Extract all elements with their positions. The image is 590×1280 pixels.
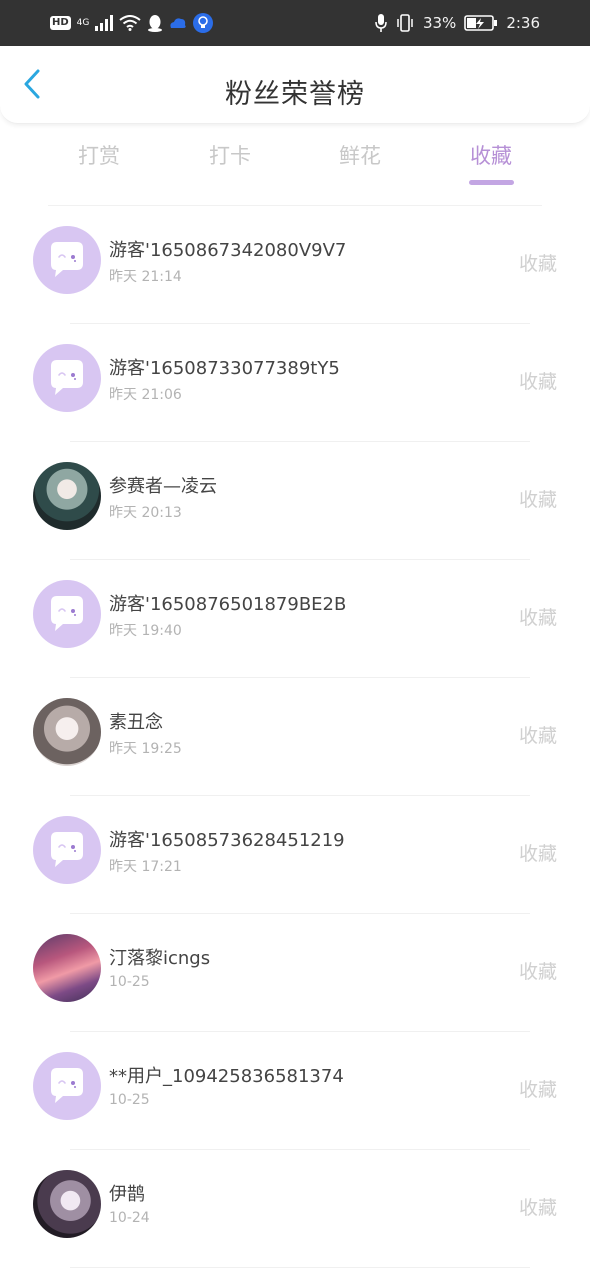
- header: 粉丝荣誉榜: [0, 46, 590, 124]
- action-label: 收藏: [518, 961, 557, 983]
- battery-charging-icon: [464, 15, 498, 31]
- default-chat-avatar: [33, 344, 101, 412]
- default-chat-avatar: [33, 226, 101, 294]
- anime-avatar: [33, 698, 101, 766]
- row-divider: [70, 1267, 530, 1268]
- favorite-time: 10-25: [109, 1092, 150, 1108]
- anime-avatar: [33, 1170, 101, 1238]
- favorite-time: 昨天 20:13: [109, 505, 182, 521]
- favorite-time: 昨天 21:14: [109, 269, 182, 285]
- user-name: 游客'16508573628451219: [109, 830, 345, 851]
- list-item[interactable]: 伊鹊 10-24 收藏: [0, 1150, 590, 1268]
- action-label: 收藏: [518, 253, 557, 275]
- list-item[interactable]: 汀落黎icngs 10-25 收藏: [0, 914, 590, 1032]
- favorite-time: 昨天 17:21: [109, 859, 182, 875]
- favorite-time: 昨天 19:40: [109, 623, 182, 639]
- status-left: HD 4G: [50, 10, 214, 36]
- user-name: 参赛者—凌云: [109, 476, 217, 497]
- action-label: 收藏: [518, 725, 557, 747]
- default-chat-avatar: [33, 816, 101, 884]
- chat-bubble-icon: [51, 832, 83, 867]
- action-label: 收藏: [518, 371, 557, 393]
- status-right: 33% 2:36: [375, 10, 540, 36]
- microphone-icon: [375, 14, 387, 32]
- signal-icon: [95, 15, 114, 31]
- qq-icon: [148, 15, 163, 32]
- list-item[interactable]: 游客'1650867342080V9V7 昨天 21:14 收藏: [0, 206, 590, 324]
- favorite-time: 昨天 19:25: [109, 741, 182, 757]
- tab-checkin[interactable]: 打卡: [180, 140, 280, 170]
- chat-bubble-icon: [51, 596, 83, 631]
- favorite-time: 昨天 21:06: [109, 387, 182, 403]
- chat-bubble-icon: [51, 1068, 83, 1103]
- anime-avatar: [33, 462, 101, 530]
- user-name: 素丑念: [109, 712, 163, 733]
- action-label: 收藏: [518, 489, 557, 511]
- hd-icon: HD: [50, 16, 71, 30]
- fan-list: 游客'1650867342080V9V7 昨天 21:14 收藏 游客'1650…: [0, 206, 590, 1268]
- favorite-time: 10-25: [109, 974, 150, 990]
- status-bar: HD 4G 33% 2:36: [0, 0, 590, 46]
- wifi-icon: [119, 15, 141, 31]
- network-type: 4G: [76, 17, 90, 28]
- action-label: 收藏: [518, 607, 557, 629]
- tab-reward[interactable]: 打赏: [49, 140, 149, 170]
- clock: 2:36: [506, 14, 540, 32]
- chat-bubble-icon: [51, 242, 83, 277]
- user-name: 游客'1650876501879BE2B: [109, 594, 347, 615]
- user-name: 伊鹊: [109, 1184, 145, 1205]
- user-name: 汀落黎icngs: [109, 948, 211, 969]
- tab-favorites[interactable]: 收藏: [441, 140, 541, 170]
- action-label: 收藏: [518, 843, 557, 865]
- chat-bubble-icon: [51, 360, 83, 395]
- user-name: 游客'1650867342080V9V7: [109, 240, 347, 261]
- action-label: 收藏: [518, 1079, 557, 1101]
- default-chat-avatar: [33, 1052, 101, 1120]
- list-item[interactable]: 游客'16508733077389tY5 昨天 21:06 收藏: [0, 324, 590, 442]
- list-item[interactable]: 游客'1650876501879BE2B 昨天 19:40 收藏: [0, 560, 590, 678]
- user-name: **用户_109425836581374: [109, 1066, 344, 1087]
- list-item[interactable]: 游客'16508573628451219 昨天 17:21 收藏: [0, 796, 590, 914]
- active-tab-indicator: [469, 180, 514, 185]
- list-item[interactable]: 参赛者—凌云 昨天 20:13 收藏: [0, 442, 590, 560]
- bulb-icon: [193, 13, 214, 33]
- default-chat-avatar: [33, 580, 101, 648]
- list-item[interactable]: 素丑念 昨天 19:25 收藏: [0, 678, 590, 796]
- sunset-avatar: [33, 934, 101, 1002]
- user-name: 游客'16508733077389tY5: [109, 358, 340, 379]
- action-label: 收藏: [518, 1197, 557, 1219]
- favorite-time: 10-24: [109, 1210, 150, 1226]
- battery-percent: 33%: [422, 14, 457, 32]
- list-item[interactable]: **用户_109425836581374 10-25 收藏: [0, 1032, 590, 1150]
- tab-flowers[interactable]: 鲜花: [310, 140, 410, 170]
- vibrate-icon: [397, 14, 413, 32]
- page-title: 粉丝荣誉榜: [225, 79, 365, 110]
- cloud-icon: [170, 18, 187, 28]
